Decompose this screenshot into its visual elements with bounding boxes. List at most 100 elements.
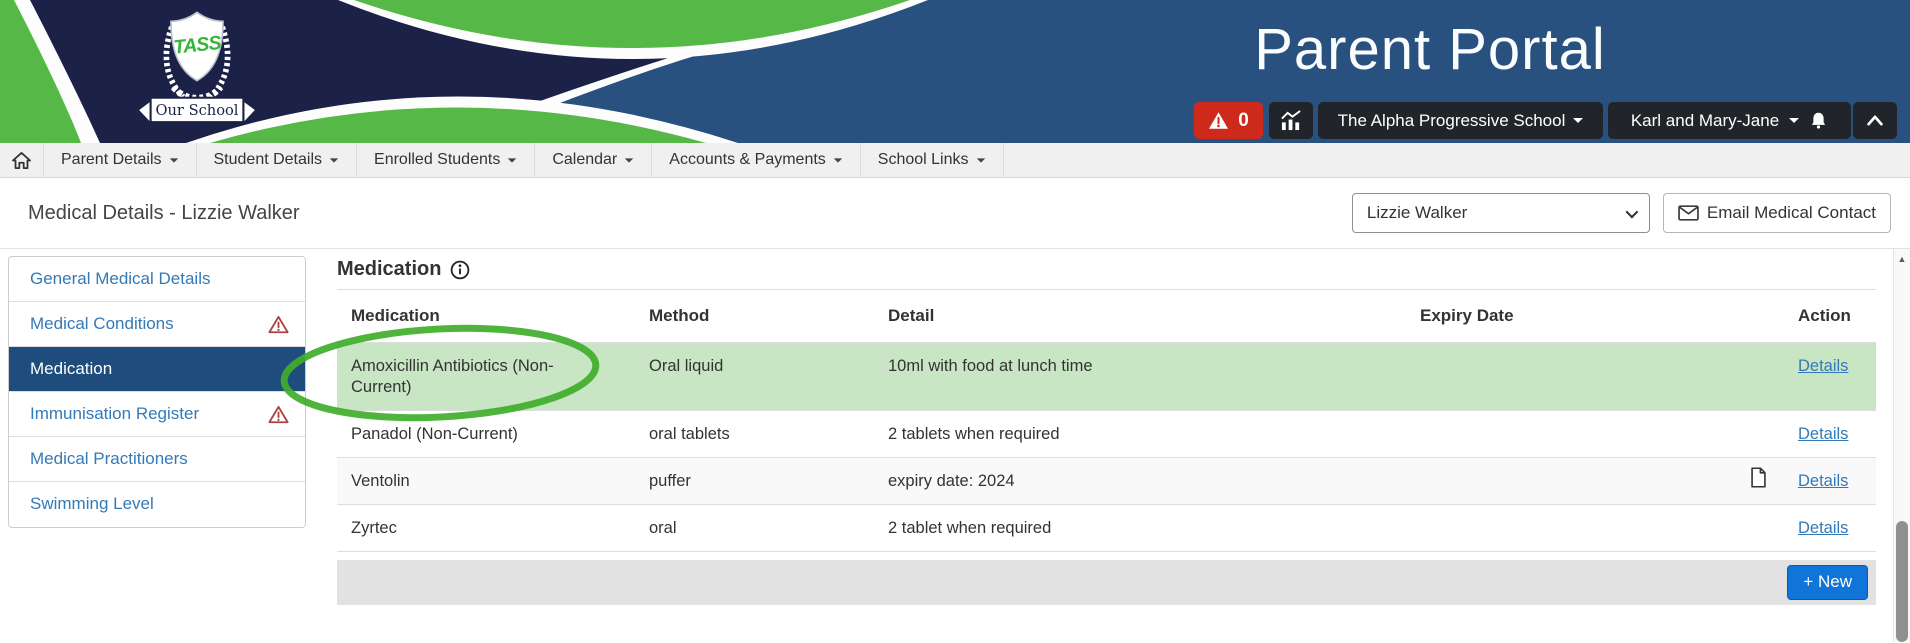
scroll-up-arrow[interactable]: ▲ [1894, 254, 1910, 264]
scrollbar[interactable]: ▲ [1893, 249, 1910, 642]
home-icon [11, 151, 32, 170]
sidebar-item-general-medical-details[interactable]: General Medical Details [9, 257, 305, 302]
column-header-medication: Medication [337, 290, 637, 342]
bar-chart-icon [1280, 110, 1303, 131]
chevron-down-icon [330, 158, 339, 162]
panel-title: Medication [337, 258, 441, 281]
column-header-spacer [1671, 290, 1728, 342]
medication-panel: Medication MedicationMethodDetailExpiry … [337, 249, 1876, 605]
chevron-down-icon [834, 158, 843, 162]
medication-cell: Amoxicillin Antibiotics (Non-Current) [337, 342, 637, 410]
action-cell: Details [1788, 342, 1876, 410]
action-cell: Details [1788, 410, 1876, 457]
sidebar-item-medical-practitioners[interactable]: Medical Practitioners [9, 437, 305, 482]
main-nav: Parent DetailsStudent Details Enrolled St… [0, 143, 1910, 178]
nav-item-label: Calendar [552, 151, 617, 169]
method-cell: Oral liquid [637, 342, 876, 410]
nav-item-accounts-payments[interactable]: Accounts & Payments [652, 143, 861, 177]
attachment-cell [1728, 504, 1788, 551]
details-link[interactable]: Details [1798, 472, 1848, 490]
expiry-date-cell [1408, 410, 1671, 457]
details-link[interactable]: Details [1798, 519, 1848, 537]
charts-button[interactable] [1269, 102, 1313, 139]
sidebar-item-medical-conditions[interactable]: Medical Conditions [9, 302, 305, 347]
column-header-detail: Detail [876, 290, 1408, 342]
bell-icon [1809, 111, 1828, 130]
email-button-label: Email Medical Contact [1707, 203, 1876, 223]
column-header-method: Method [637, 290, 876, 342]
nav-item-parent-details[interactable]: Parent Details [44, 143, 197, 177]
spacer-cell [1671, 410, 1728, 457]
chevron-down-icon [1573, 118, 1583, 123]
table-footer-bar: + New [337, 560, 1876, 605]
spacer-cell [1671, 504, 1728, 551]
school-selector-button[interactable]: The Alpha Progressive School [1318, 102, 1603, 139]
table-body: Amoxicillin Antibiotics (Non-Current)Ora… [337, 342, 1876, 551]
method-cell: oral [637, 504, 876, 551]
method-cell: puffer [637, 457, 876, 504]
envelope-icon [1678, 205, 1699, 221]
file-attachment-icon [1750, 467, 1767, 488]
sidebar-item-immunisation-register[interactable]: Immunisation Register [9, 392, 305, 437]
medication-cell: Zyrtec [337, 504, 637, 551]
chevron-down-icon [976, 158, 985, 162]
detail-cell: 2 tablets when required [876, 410, 1408, 457]
medical-sidebar: General Medical Details Medical Condition… [8, 256, 306, 528]
panel-heading: Medication [337, 249, 1876, 290]
logo-ribbon-text: Our School [156, 102, 239, 119]
spacer-cell [1671, 457, 1728, 504]
banner: TASS Our School Parent Portal 0 [0, 0, 1910, 143]
user-menu-button[interactable]: Karl and Mary-Jane [1608, 102, 1851, 139]
student-select[interactable]: Lizzie Walker [1352, 193, 1650, 233]
warning-icon [1208, 111, 1229, 130]
chevron-down-icon [1625, 205, 1638, 218]
nav-home[interactable] [0, 143, 44, 177]
chevron-up-icon [1865, 112, 1885, 129]
detail-cell: 10ml with food at lunch time [876, 342, 1408, 410]
title-bar: Medical Details - Lizzie Walker Lizzie W… [0, 178, 1910, 249]
new-button-label: + New [1803, 572, 1852, 592]
details-link[interactable]: Details [1798, 357, 1848, 375]
detail-cell: 2 tablet when required [876, 504, 1408, 551]
info-icon[interactable] [450, 260, 470, 280]
page-title: Medical Details - Lizzie Walker [28, 202, 300, 225]
nav-item-label: Enrolled Students [374, 151, 500, 169]
action-cell: Details [1788, 504, 1876, 551]
collapse-header-button[interactable] [1853, 102, 1897, 139]
attachment-cell[interactable] [1728, 457, 1788, 504]
medication-row-amoxicillin-antibiotics-non-current: Amoxicillin Antibiotics (Non-Current)Ora… [337, 342, 1876, 410]
detail-cell: expiry date: 2024 [876, 457, 1408, 504]
alerts-button[interactable]: 0 [1194, 102, 1263, 139]
nav-items: Parent DetailsStudent Details Enrolled St… [44, 143, 1004, 177]
attachment-cell [1728, 342, 1788, 410]
content-area: General Medical Details Medical Condition… [0, 249, 1910, 642]
alert-count: 0 [1238, 110, 1249, 132]
nav-item-student-details[interactable]: Student Details [197, 143, 358, 177]
nav-item-enrolled-students[interactable]: Enrolled Students [357, 143, 535, 177]
nav-item-label: Accounts & Payments [669, 151, 826, 169]
email-medical-contact-button[interactable]: Email Medical Contact [1663, 193, 1891, 233]
details-link[interactable]: Details [1798, 425, 1848, 443]
method-cell: oral tablets [637, 410, 876, 457]
nav-item-label: School Links [878, 151, 969, 169]
scrollbar-thumb[interactable] [1896, 521, 1908, 642]
column-header-action: Action [1788, 290, 1876, 342]
expiry-date-cell [1408, 342, 1671, 410]
new-medication-button[interactable]: + New [1787, 565, 1868, 600]
medication-row-panadol-non-current: Panadol (Non-Current)oral tablets2 table… [337, 410, 1876, 457]
sidebar-item-swimming-level[interactable]: Swimming Level [9, 482, 305, 527]
chevron-down-icon [625, 158, 634, 162]
nav-item-school-links[interactable]: School Links [861, 143, 1004, 177]
school-logo: TASS Our School [136, 4, 258, 130]
chevron-down-icon [508, 158, 517, 162]
sidebar-item-label: General Medical Details [30, 269, 210, 288]
spacer-cell [1671, 342, 1728, 410]
chevron-down-icon [1789, 118, 1799, 123]
nav-item-calendar[interactable]: Calendar [535, 143, 652, 177]
user-menu-label: Karl and Mary-Jane [1631, 111, 1779, 131]
sidebar-item-label: Medical Practitioners [30, 449, 188, 468]
warning-icon [268, 315, 289, 334]
sidebar-item-label: Immunisation Register [30, 404, 199, 423]
expiry-date-cell [1408, 457, 1671, 504]
sidebar-item-medication[interactable]: Medication [9, 347, 305, 392]
